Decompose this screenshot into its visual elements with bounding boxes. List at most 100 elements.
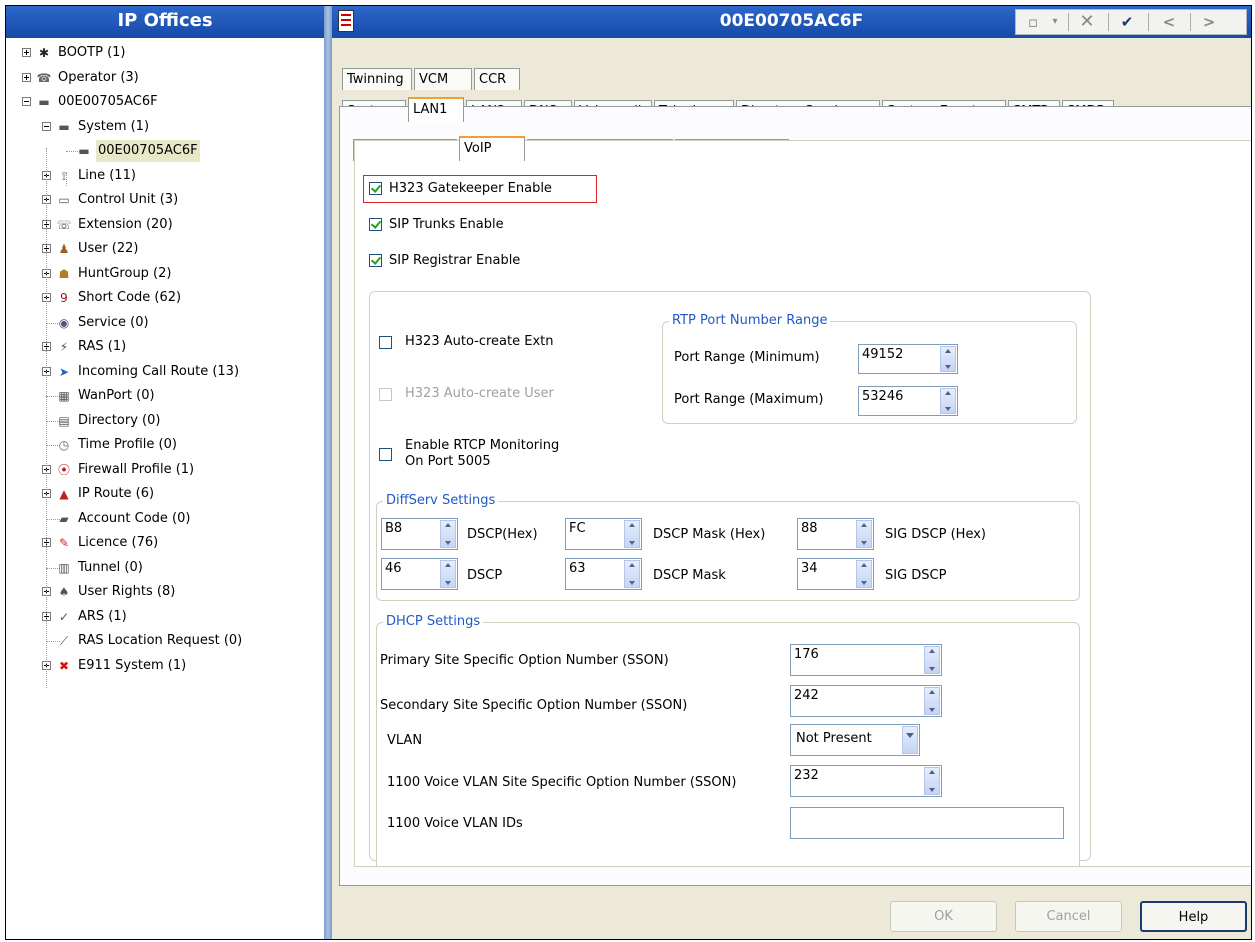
help-button[interactable]: Help [1140, 901, 1247, 932]
tree-item-label: Incoming Call Route (13) [78, 363, 240, 379]
expand-icon[interactable] [22, 48, 31, 57]
enable-rtcp-monitoring-checkbox[interactable] [379, 448, 392, 461]
h323-auto-create-user-checkbox[interactable] [379, 388, 392, 401]
port-range-max-label: Port Range (Maximum) [674, 392, 824, 407]
expand-icon[interactable] [22, 72, 31, 82]
configuration-tree-panel: IP Offices ✱ BOOTP (1) ☎ Operator (3) ▬ 00E00… [6, 6, 324, 939]
secondary-sson-value: 242 [794, 688, 819, 703]
tree-item[interactable]: ◉ Service (0) [6, 312, 324, 334]
new-icon[interactable]: ▫ [1020, 12, 1046, 32]
checkmark-icon[interactable]: ✔ [1114, 12, 1140, 32]
tree-item[interactable]: ▤ Directory (0) [6, 410, 324, 432]
firewall-profile-icon: ⦿ [57, 462, 70, 477]
tree-item[interactable]: ▬ System (1) [6, 116, 324, 138]
settings-title-bar: 00E00705AC6F ▫ ▾ ✕ ✔ < > [332, 6, 1251, 38]
spinner-arrows-icon[interactable] [924, 687, 940, 715]
tree-item[interactable]: ◷ Time Profile (0) [6, 434, 324, 456]
tree-item-label: Operator (3) [58, 69, 139, 85]
tab-lan1[interactable]: LAN1 [408, 97, 464, 122]
vlan-1100-sson-input[interactable]: 232 [790, 765, 942, 797]
tree-item[interactable]: ✱ BOOTP (1) [6, 42, 324, 64]
delete-icon[interactable]: ✕ [1074, 12, 1100, 32]
spinner-arrows-icon[interactable] [856, 520, 872, 548]
spinner-arrows-icon[interactable] [940, 388, 956, 414]
tree-item[interactable]: ⟋ RAS Location Request (0) [6, 630, 324, 652]
subtab-voip[interactable]: VoIP [459, 136, 525, 161]
tree-item[interactable]: ▬ 00E00705AC6F [6, 91, 324, 113]
h323-auto-create-extn-checkbox[interactable] [379, 336, 392, 349]
tree-item[interactable]: ⦿ Firewall Profile (1) [6, 459, 324, 481]
dscp-mask-hex-input[interactable]: FC [565, 518, 642, 550]
tab-twinning[interactable]: Twinning [342, 68, 412, 90]
dscp-mask-input[interactable]: 63 [565, 558, 642, 590]
next-icon[interactable]: > [1196, 12, 1222, 32]
dropdown-icon[interactable]: ▾ [1048, 12, 1062, 32]
chevron-down-icon[interactable] [902, 726, 918, 754]
sip-registrar-enable-checkbox[interactable] [369, 254, 382, 267]
spinner-arrows-icon[interactable] [940, 346, 956, 372]
vlan-ids-input[interactable] [790, 807, 1064, 839]
port-range-max-input[interactable]: 53246 [858, 386, 958, 416]
primary-sson-input[interactable]: 176 [790, 644, 942, 676]
dscp-hex-input[interactable]: B8 [381, 518, 458, 550]
account-code-icon: ▰ [59, 511, 69, 526]
tree-item[interactable]: 9 Short Code (62) [6, 287, 324, 309]
vlan-select[interactable]: Not Present [790, 724, 920, 756]
line-icon: ⟟ [61, 168, 67, 183]
tree-item-label: Short Code (62) [78, 290, 182, 305]
h323-gatekeeper-enable-checkbox[interactable] [369, 182, 382, 195]
port-range-min-value: 49152 [862, 347, 904, 362]
sip-trunks-enable-checkbox[interactable] [369, 218, 382, 231]
tree-item[interactable]: ▲ IP Route (6) [6, 483, 324, 505]
panel-splitter[interactable] [324, 6, 332, 939]
tree-item[interactable]: ▰ Account Code (0) [6, 508, 324, 530]
ars-icon: ✓ [58, 609, 70, 624]
collapse-icon[interactable] [22, 97, 31, 106]
spinner-arrows-icon[interactable] [440, 560, 456, 588]
spinner-arrows-icon[interactable] [440, 520, 456, 548]
wanport-icon: ▦ [58, 389, 70, 403]
tree-item[interactable]: ☏ Extension (20) [6, 214, 324, 236]
tree-item[interactable]: ⚡ RAS (1) [6, 336, 324, 358]
tree-item[interactable]: ✓ ARS (1) [6, 606, 324, 628]
tree-item[interactable]: ▥ Tunnel (0) [6, 557, 324, 579]
tree-item[interactable]: ☗ HuntGroup (2) [6, 263, 324, 285]
spinner-arrows-icon[interactable] [624, 560, 640, 588]
cancel-button[interactable]: Cancel [1015, 901, 1122, 932]
tree-item[interactable]: ▬ 00E00705AC6F [6, 140, 324, 162]
tree-item[interactable]: ➤ Incoming Call Route (13) [6, 361, 324, 383]
tree-item[interactable]: ♠ User Rights (8) [6, 581, 324, 603]
sig-dscp-input[interactable]: 34 [797, 558, 874, 590]
dhcp-settings-group: DHCP Settings Primary Site Specific Opti… [376, 614, 1080, 866]
e911-system-icon: ✖ [58, 658, 70, 673]
secondary-sson-input[interactable]: 242 [790, 685, 942, 717]
tab-vcm[interactable]: VCM [414, 68, 472, 90]
spinner-arrows-icon[interactable] [924, 646, 940, 674]
tree-item-label: Licence (76) [78, 535, 159, 550]
tree-item[interactable]: ☎ Operator (3) [6, 67, 324, 89]
spinner-arrows-icon[interactable] [624, 520, 640, 548]
dscp-hex-label: DSCP(Hex) [467, 527, 538, 542]
ras-icon: ⚡ [59, 340, 69, 354]
enable-rtcp-monitoring-label-line2: On Port 5005 [405, 454, 491, 469]
dscp-input[interactable]: 46 [381, 558, 458, 590]
sig-dscp-hex-input[interactable]: 88 [797, 518, 874, 550]
tree-item[interactable]: ⟟ Line (11) [6, 165, 324, 187]
tree-item-label: E911 System (1) [78, 657, 187, 673]
previous-icon[interactable]: < [1156, 12, 1182, 32]
tree-item[interactable]: ✎ Licence (76) [6, 532, 324, 554]
collapse-icon[interactable] [42, 121, 51, 131]
tree-item[interactable]: ▦ WanPort (0) [6, 385, 324, 407]
spinner-arrows-icon[interactable] [856, 560, 872, 588]
primary-sson-value: 176 [794, 647, 819, 662]
spinner-arrows-icon[interactable] [924, 767, 940, 795]
ok-button[interactable]: OK [890, 901, 997, 932]
port-range-min-input[interactable]: 49152 [858, 344, 958, 374]
tab-ccr[interactable]: CCR [474, 68, 520, 90]
tree-item[interactable]: ♟ User (22) [6, 238, 324, 260]
tree-item[interactable]: ✖ E911 System (1) [6, 655, 324, 677]
service-icon: ◉ [58, 315, 70, 330]
settings-panel: 00E00705AC6F ▫ ▾ ✕ ✔ < > Twinning VCM CCR … [332, 6, 1251, 939]
tree-item-label: 00E00705AC6F [96, 140, 200, 162]
tree-item[interactable]: ▭ Control Unit (3) [6, 189, 324, 211]
